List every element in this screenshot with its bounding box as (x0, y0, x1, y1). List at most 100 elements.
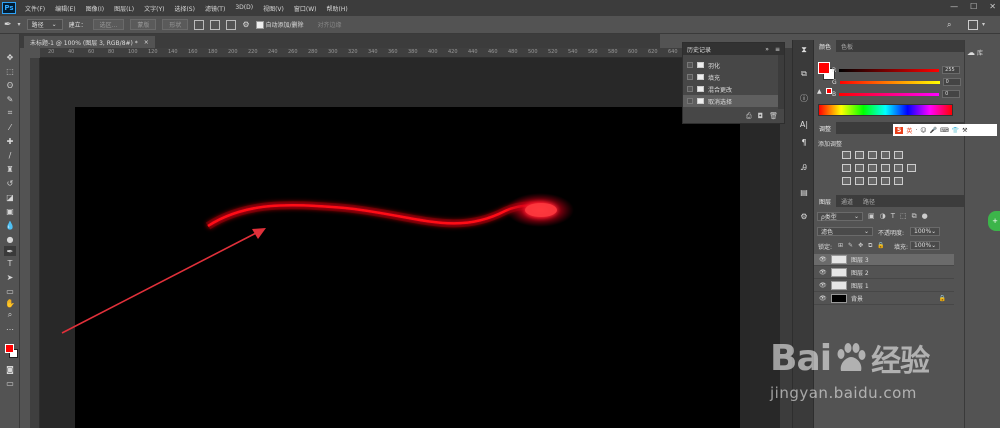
color-balance-icon[interactable] (855, 164, 864, 172)
lock-transparent-icon[interactable]: ⊞ (838, 242, 843, 250)
hand-tool-icon[interactable]: ✋ (4, 298, 16, 308)
filter-pixel-icon[interactable]: ▣ (868, 212, 875, 221)
type-tool-icon[interactable]: T (4, 258, 16, 268)
filter-smart-icon[interactable]: ⧉ (912, 212, 917, 221)
eraser-tool-icon[interactable]: ◪ (4, 192, 16, 202)
path-alignment-icon[interactable] (210, 19, 221, 30)
tab-swatches[interactable]: 色板 (836, 40, 858, 52)
filter-adjust-icon[interactable]: ◑ (880, 212, 886, 221)
opacity-input[interactable]: 100% ⌄ (910, 227, 940, 236)
filter-toggle-icon[interactable]: ● (922, 212, 928, 221)
camera-icon[interactable]: ◘ (758, 112, 764, 121)
menu-item[interactable]: 图层(L) (109, 4, 139, 13)
photo-filter-icon[interactable] (881, 164, 890, 172)
trash-icon[interactable]: 🗑 (769, 112, 778, 121)
lasso-tool-icon[interactable]: ʘ (4, 80, 16, 90)
gradient-map-icon[interactable] (881, 177, 890, 185)
channel-slider[interactable] (839, 92, 940, 96)
threshold-icon[interactable] (868, 177, 877, 185)
make-selection-button[interactable]: 选区... (92, 19, 125, 30)
ime-tools-icon[interactable]: ⚒ (962, 127, 967, 134)
auto-add-delete-checkbox[interactable]: 自动添加/删除 (255, 20, 304, 29)
channel-slider[interactable] (839, 68, 940, 72)
bw-icon[interactable] (868, 164, 877, 172)
preset-dropdown-arrow-icon[interactable]: ▾ (18, 21, 21, 28)
layer-filter-kind[interactable]: ρ类型 ⌄ (817, 212, 863, 221)
layer-comps-icon[interactable]: ⧉ (798, 68, 810, 80)
pen-tool-preset-icon[interactable]: ✒ (4, 20, 12, 30)
lock-artboard-icon[interactable]: ⧉ (868, 242, 872, 250)
layer-row[interactable]: 👁 图层 1 (814, 280, 954, 292)
pen-tool-icon[interactable]: ✒ (4, 246, 16, 256)
make-shape-button[interactable]: 形状 (162, 19, 189, 30)
close-document-icon[interactable]: × (144, 39, 149, 46)
panel-menu-icon[interactable]: ≡ (775, 46, 780, 53)
exposure-icon[interactable] (881, 151, 890, 159)
screen-mode-icon[interactable]: ▭ (4, 378, 16, 388)
more-tools-icon[interactable]: … (4, 322, 16, 332)
gradient-tool-icon[interactable]: ▣ (4, 206, 16, 216)
workspace-icon[interactable] (968, 19, 978, 30)
menu-item[interactable]: 滤镜(T) (200, 4, 230, 13)
history-source-box[interactable] (687, 98, 693, 104)
history-source-box[interactable] (687, 62, 693, 68)
new-snapshot-icon[interactable]: ⎙ (746, 112, 752, 121)
ime-punct-icon[interactable]: · (915, 127, 917, 134)
levels-icon[interactable] (855, 151, 864, 159)
invert-icon[interactable] (842, 177, 851, 185)
make-mask-button[interactable]: 蒙版 (130, 19, 157, 30)
properties-icon[interactable]: ▤ (798, 186, 810, 198)
channel-value-input[interactable]: 0 (942, 90, 961, 98)
menu-item[interactable]: 选择(S) (169, 4, 200, 13)
search-icon[interactable]: ⌕ (947, 20, 951, 30)
path-operations-icon[interactable] (194, 19, 205, 30)
ime-skin-icon[interactable]: 👕 (952, 127, 959, 134)
fg-color-swatch[interactable] (818, 62, 830, 74)
ime-emoji-icon[interactable]: ☺ (920, 127, 926, 134)
clone-source-icon[interactable]: ⚙ (798, 210, 810, 222)
history-item[interactable]: 填充 (683, 71, 784, 83)
channel-slider[interactable] (839, 80, 940, 84)
vibrance-icon[interactable] (894, 151, 903, 159)
hue-sat-icon[interactable] (842, 164, 851, 172)
color-spectrum[interactable] (818, 104, 953, 116)
history-source-box[interactable] (687, 74, 693, 80)
visibility-eye-icon[interactable]: 👁 (819, 282, 827, 289)
maximize-button[interactable]: ☐ (970, 2, 977, 11)
filter-type-icon[interactable]: T (891, 212, 895, 221)
history-panel-icon[interactable]: ⧗ (798, 44, 810, 56)
dodge-tool-icon[interactable]: ● (4, 234, 16, 244)
ime-lang-icon[interactable]: 英 (906, 126, 912, 135)
fill-input[interactable]: 100% ⌄ (910, 241, 940, 250)
stamp-tool-icon[interactable]: ♜ (4, 164, 16, 174)
quick-select-tool-icon[interactable]: ✎ (4, 94, 16, 104)
minimize-button[interactable]: — (950, 2, 958, 11)
tab-layers[interactable]: 图层 (814, 195, 837, 207)
tab-paths[interactable]: 路径 (858, 195, 880, 207)
floating-green-button[interactable]: + (988, 211, 1000, 231)
paragraph-icon[interactable]: ¶ (798, 136, 810, 148)
crop-tool-icon[interactable]: ⌗ (4, 108, 16, 118)
filter-shape-icon[interactable]: ⬚ (900, 212, 907, 221)
blend-mode-select[interactable]: 滤色 ⌄ (817, 227, 873, 236)
tab-adjustments[interactable]: 调整 (814, 122, 837, 134)
visibility-eye-icon[interactable]: 👁 (819, 295, 827, 302)
align-edges-label[interactable]: 对齐边缘 (318, 20, 342, 29)
channel-value-input[interactable]: 0 (942, 78, 961, 86)
posterize-icon[interactable] (855, 177, 864, 185)
channel-value-input[interactable]: 255 (942, 66, 961, 74)
ime-toolbar[interactable]: S 英 · ☺ 🎤 ⌨ 👕 ⚒ (893, 124, 997, 136)
history-item[interactable]: 取消选择 (683, 95, 784, 107)
info-icon[interactable]: ⓘ (798, 92, 810, 104)
brightness-icon[interactable] (842, 151, 851, 159)
zoom-tool-icon[interactable]: ⌕ (4, 310, 16, 320)
character-icon[interactable]: A| (798, 118, 810, 130)
menu-item[interactable]: 文件(F) (20, 4, 50, 13)
menu-item[interactable]: 视图(V) (258, 4, 289, 13)
menu-item[interactable]: 图像(I) (81, 4, 109, 13)
history-scrollbar[interactable] (778, 55, 784, 109)
marquee-tool-icon[interactable]: ⬚ (4, 66, 16, 76)
lock-image-icon[interactable]: ✎ (848, 242, 853, 250)
menu-item[interactable]: 编辑(E) (50, 4, 80, 13)
history-item[interactable]: 羽化 (683, 59, 784, 71)
